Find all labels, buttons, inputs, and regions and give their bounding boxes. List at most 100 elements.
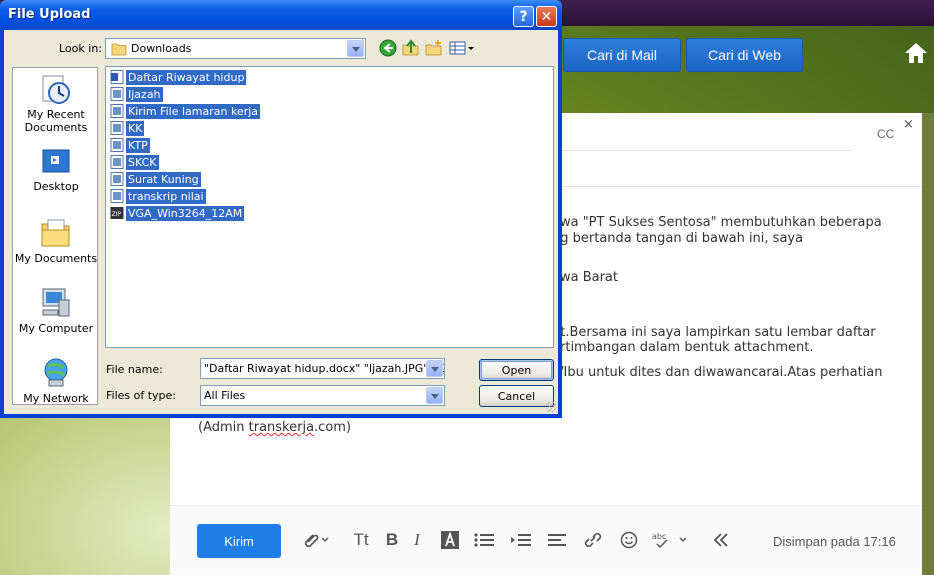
list-item[interactable]: KK — [110, 120, 145, 136]
home-icon[interactable] — [902, 40, 930, 66]
search-web-button[interactable]: Cari di Web — [686, 38, 803, 72]
italic-icon[interactable]: I — [410, 529, 424, 551]
file-upload-dialog: File Upload ? ✕ Look in: Downloads My Re… — [0, 0, 562, 418]
look-in-label: Look in: — [59, 42, 102, 55]
dialog-titlebar[interactable]: File Upload ? ✕ — [0, 0, 562, 30]
link-icon[interactable] — [582, 529, 604, 551]
file-name: VGA_Win3264_12AM — [126, 205, 245, 221]
body-line: c/Ibu untuk dites dan diwawancarai.Atas … — [552, 365, 883, 380]
place-my-documents[interactable]: My Documents — [13, 216, 99, 265]
place-my-network[interactable]: My Network — [13, 356, 99, 405]
file-name: Ijazah — [126, 86, 163, 102]
file-name: Surat Kuning — [126, 171, 201, 187]
look-in-value: Downloads — [131, 42, 192, 55]
file-name: Daftar Riwayat hidup — [126, 69, 247, 85]
my-computer-icon — [42, 288, 70, 317]
chevron-down-icon[interactable] — [426, 360, 443, 377]
back-icon[interactable] — [379, 39, 397, 57]
list-item[interactable]: Surat Kuning — [110, 171, 201, 187]
body-line: ertimbangan dalam bentuk attachment. — [552, 340, 814, 355]
my-network-icon — [44, 358, 68, 387]
file-type-label: Files of type: — [106, 389, 177, 402]
zip-file-icon: ZIP — [110, 207, 124, 219]
place-label: My Computer — [18, 322, 94, 335]
file-name: Kirim File lamaran kerja — [126, 103, 261, 119]
my-documents-icon — [41, 219, 70, 247]
file-list[interactable]: Daftar Riwayat hidup Ijazah Kirim File l… — [105, 66, 554, 348]
place-label: Desktop — [33, 180, 79, 193]
align-icon[interactable] — [546, 529, 568, 551]
bullet-list-icon[interactable] — [473, 529, 495, 551]
place-label: My Network — [23, 392, 89, 405]
resize-grip[interactable] — [546, 402, 556, 412]
image-file-icon — [110, 172, 124, 186]
close-button[interactable]: ✕ — [536, 6, 557, 27]
body-line: awa "PT Sukses Sentosa" membutuhkan bebe… — [552, 215, 882, 230]
file-name-input[interactable]: "Daftar Riwayat hidup.docx" "Ijazah.JPG"… — [200, 358, 445, 379]
spellcheck-icon[interactable]: abc — [650, 529, 690, 551]
word-document-icon — [110, 70, 124, 84]
signature: (Admin transkerja.com) — [198, 420, 351, 435]
recent-documents-icon — [42, 75, 70, 104]
chevron-down-icon[interactable] — [426, 387, 443, 404]
image-file-icon — [110, 87, 124, 101]
file-name: SKCK — [126, 154, 159, 170]
place-desktop[interactable]: Desktop — [13, 146, 99, 193]
image-file-icon — [110, 121, 124, 135]
text-color-icon[interactable] — [440, 529, 460, 551]
image-file-icon — [110, 138, 124, 152]
signature-prefix: (Admin — [198, 420, 249, 435]
desktop-icon — [42, 149, 70, 173]
image-file-icon — [110, 155, 124, 169]
file-name: KTP — [126, 137, 150, 153]
signature-suffix: .com) — [314, 420, 352, 435]
close-icon[interactable]: × — [903, 117, 914, 132]
list-item[interactable]: Daftar Riwayat hidup — [110, 69, 247, 85]
cancel-button[interactable]: Cancel — [479, 385, 554, 407]
file-name: transkrip nilai — [126, 188, 206, 204]
signature-link: transkerja — [248, 420, 315, 435]
place-recent-documents[interactable]: My Recent Documents — [13, 74, 99, 134]
image-file-icon — [110, 189, 124, 203]
list-item[interactable]: KTP — [110, 137, 150, 153]
file-name: KK — [126, 120, 145, 136]
attach-icon[interactable] — [299, 529, 333, 551]
list-item[interactable]: Ijazah — [110, 86, 163, 102]
indent-icon[interactable] — [510, 529, 532, 551]
file-type-select[interactable]: All Files — [200, 385, 445, 406]
cc-link[interactable]: CC — [877, 127, 894, 141]
collapse-icon[interactable] — [710, 529, 732, 551]
open-button[interactable]: Open — [479, 359, 554, 381]
folder-icon — [111, 43, 127, 56]
search-mail-button[interactable]: Cari di Mail — [563, 38, 681, 72]
saved-status: Disimpan pada 17:16 — [773, 534, 896, 549]
chevron-down-icon[interactable] — [347, 40, 364, 57]
dialog-title: File Upload — [8, 7, 91, 22]
place-label: My Recent Documents — [24, 108, 88, 134]
image-file-icon — [110, 104, 124, 118]
list-item[interactable]: SKCK — [110, 154, 159, 170]
page-edge — [922, 113, 934, 575]
place-my-computer[interactable]: My Computer — [13, 286, 99, 335]
emoji-icon[interactable] — [618, 529, 640, 551]
file-name-value: "Daftar Riwayat hidup.docx" "Ijazah.JPG"… — [204, 362, 445, 375]
list-item[interactable]: transkrip nilai — [110, 188, 206, 204]
new-folder-icon[interactable] — [425, 39, 443, 57]
svg-text:ZIP: ZIP — [112, 211, 122, 218]
list-item[interactable]: ZIP VGA_Win3264_12AM — [110, 205, 245, 221]
text-size-icon[interactable]: Tt — [350, 529, 372, 551]
place-label: My Documents — [14, 252, 98, 265]
dialog-body: Look in: Downloads My Recent Documents D… — [4, 30, 558, 414]
body-line: ng bertanda tangan di bawah ini, saya — [552, 231, 804, 246]
help-button[interactable]: ? — [513, 6, 534, 27]
places-bar: My Recent Documents Desktop My Documents — [12, 67, 98, 405]
compose-toolbar: Kirim Tt B I abc Disimpan pada 17:16 — [170, 505, 922, 575]
file-type-value: All Files — [204, 389, 246, 402]
look-in-select[interactable]: Downloads — [105, 38, 366, 59]
bold-icon[interactable]: B — [383, 529, 401, 551]
send-button[interactable]: Kirim — [197, 524, 281, 558]
view-menu-icon[interactable] — [449, 39, 475, 57]
list-item[interactable]: Kirim File lamaran kerja — [110, 103, 261, 119]
up-folder-icon[interactable] — [402, 39, 420, 57]
file-name-label: File name: — [106, 363, 163, 376]
